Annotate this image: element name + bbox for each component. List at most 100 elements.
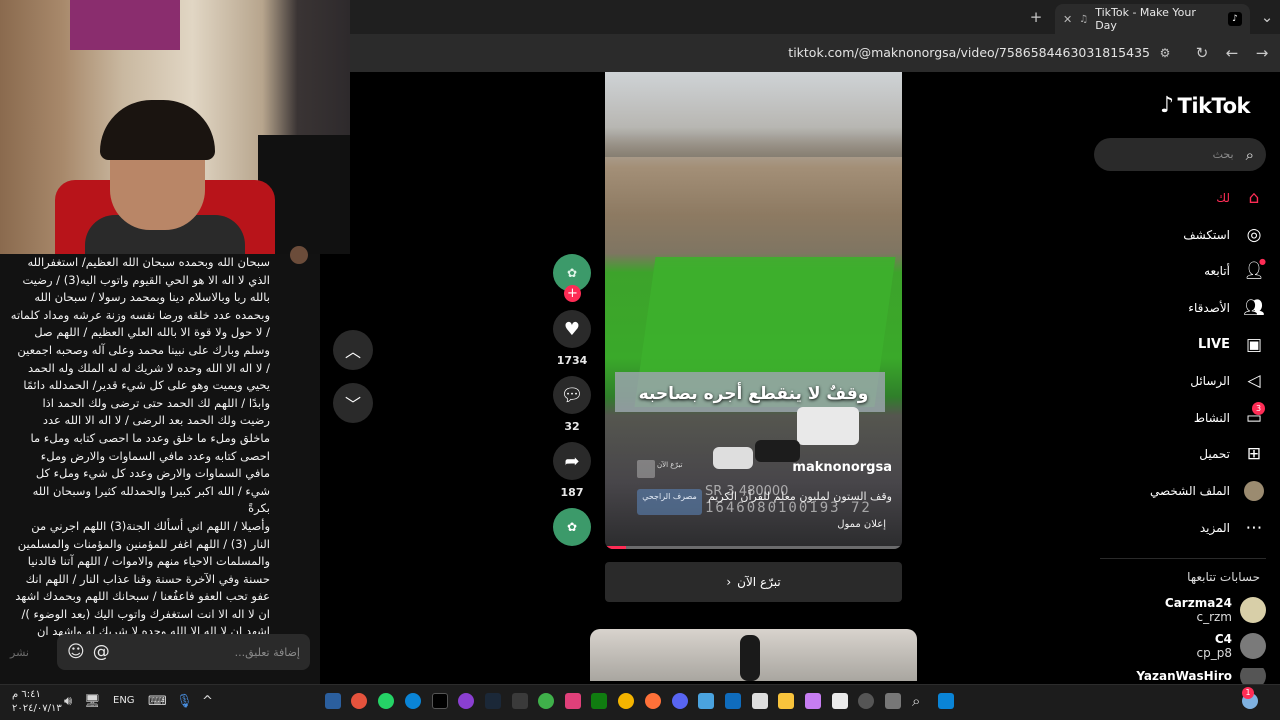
search-input[interactable]: بحث ⌕ [1094, 138, 1266, 171]
back-arrow-icon[interactable]: → [1250, 41, 1274, 65]
mail-icon[interactable] [725, 693, 741, 709]
tab-list-chevron-icon[interactable]: ⌄ [1255, 5, 1279, 29]
following-account-item[interactable]: Carzma24 c_rzm [1100, 596, 1266, 624]
follow-plus-icon[interactable]: + [564, 285, 581, 302]
capcut-icon[interactable] [432, 693, 448, 709]
following-accounts-title: حسابات تتابعها [1187, 570, 1260, 584]
network-icon[interactable]: 🖥︎ [84, 694, 101, 709]
tiktok-logo[interactable]: ♪ TikTok [1160, 93, 1250, 118]
video-player[interactable]: وقفٌ لا ينقطع أجره بصاحبه تبرّع الآن مصر… [605, 72, 902, 549]
sidebar-item-explore[interactable]: استكشف ◎ [1100, 217, 1266, 254]
donate-now-button[interactable]: تبرّع الآن ‹ [605, 562, 902, 602]
like-button[interactable]: ♥ [553, 310, 591, 348]
sidebar-item-label: لك [1216, 191, 1230, 206]
taskbar-clock[interactable]: ٦:٤١ م ٢٠٢٤/٠٧/١٣ [12, 688, 62, 716]
url-text[interactable]: tiktok.com/@maknonorgsa/video/7586584463… [700, 41, 1150, 65]
avatar [1240, 633, 1266, 659]
copilot-icon[interactable] [805, 693, 821, 709]
following-account-item[interactable]: C4 cp_p8 [1100, 632, 1266, 660]
sound-disc-icon[interactable]: ✿ [553, 508, 591, 546]
chrome-alt-icon[interactable] [618, 693, 634, 709]
creator-avatar[interactable]: ✿ + [553, 254, 591, 302]
video-author-username[interactable]: maknonorgsa [792, 460, 892, 475]
upload-icon: ⊞ [1246, 444, 1262, 465]
close-tab-icon[interactable]: ✕ [1063, 13, 1072, 26]
friends-icon: 👥︎ [1243, 298, 1265, 319]
settings-icon[interactable] [858, 693, 874, 709]
following-username: Carzma24 [1164, 596, 1232, 610]
discord-icon[interactable] [672, 693, 688, 709]
sidebar-item-following[interactable]: أتابعه 👤︎ ● [1100, 253, 1266, 290]
comments-panel: سبحان الله وبحمده سبحان الله العظيم/ است… [0, 246, 320, 684]
browser-tab[interactable]: ✕ ♫ TikTok - Make Your Day ♪ [1055, 4, 1250, 34]
windows-taskbar: ٦:٤١ م ٢٠٢٤/٠٧/١٣ 🔊︎ 🖥︎ ENG ⌨ 🎙︎ ^ ⌕ 1 [0, 684, 1280, 720]
sidebar-item-profile[interactable]: الملف الشخصي [1100, 473, 1266, 510]
edge-icon[interactable] [405, 693, 421, 709]
whatsapp-icon[interactable] [378, 693, 394, 709]
steam-icon[interactable] [325, 693, 341, 709]
forward-arrow-icon[interactable]: ← [1220, 41, 1244, 65]
xbox-icon[interactable] [538, 693, 554, 709]
sidebar-item-label: الأصدقاء [1188, 301, 1230, 316]
share-button[interactable]: ➦ [553, 442, 591, 480]
tiktok-favicon-icon: ♪ [1228, 12, 1242, 26]
sidebar-item-live[interactable]: LIVE ▣ [1100, 326, 1266, 363]
share-arrow-icon: ➦ [564, 450, 580, 472]
emoji-icon[interactable]: ☺ [67, 642, 85, 662]
cta-label: تبرّع الآن [737, 575, 781, 589]
sidebar-item-label: المزيد [1199, 520, 1230, 535]
firefox-icon[interactable] [645, 693, 661, 709]
microphone-icon[interactable]: 🎙︎ [176, 694, 193, 709]
reload-icon[interactable]: ↻ [1190, 41, 1214, 65]
sidebar-item-messages[interactable]: الرسائل ◁ [1100, 363, 1266, 400]
app-icon[interactable] [565, 693, 581, 709]
next-video-button[interactable]: ﹀ [333, 383, 373, 423]
search-placeholder: بحث [1212, 148, 1234, 161]
new-tab-icon[interactable]: + [1024, 5, 1048, 29]
post-comment-button[interactable]: نشر [10, 646, 29, 659]
site-settings-icon[interactable]: ⚙ [1153, 41, 1177, 65]
following-username: C4 [1214, 632, 1232, 646]
heart-icon: ♥ [563, 318, 581, 340]
xbox-app-icon[interactable] [591, 693, 607, 709]
chevron-left-icon: ‹ [726, 575, 732, 589]
steam-app-icon[interactable] [485, 693, 501, 709]
sidebar-item-activity[interactable]: النشاط ▭ 3 [1100, 400, 1266, 437]
obs-icon[interactable] [458, 693, 474, 709]
sidebar-item-more[interactable]: المزيد ⋯ [1100, 509, 1266, 546]
chevron-up-icon[interactable]: ^ [202, 694, 213, 709]
sidebar-item-for-you[interactable]: لك ⌂ [1100, 180, 1266, 217]
avatar [1240, 597, 1266, 623]
following-handle: c_rzm [1196, 610, 1232, 624]
live-icon: ▣ [1245, 334, 1263, 355]
file-explorer-icon[interactable] [778, 693, 794, 709]
chevron-up-icon: ︿ [344, 342, 361, 361]
store-icon[interactable] [752, 693, 768, 709]
volume-icon[interactable]: 🔊︎ [64, 694, 72, 709]
following-icon: 👤︎ ● [1243, 257, 1266, 282]
next-video-preview[interactable] [590, 629, 917, 681]
epic-icon[interactable] [512, 693, 528, 709]
mention-icon[interactable]: @ [93, 642, 110, 662]
clock-time: ٦:٤١ م [12, 689, 41, 700]
tab-audio-icon: ♫ [1079, 13, 1089, 25]
comment-input[interactable]: ☺ @ إضافة تعليق... [57, 634, 310, 670]
search-icon[interactable]: ⌕ [1246, 146, 1254, 164]
remote-desktop-icon[interactable] [698, 693, 714, 709]
comment-button[interactable]: 💬︎ [553, 376, 591, 414]
action-column: ✿ + ♥ 1734 💬︎ 32 ➦ 187 ✿ [549, 254, 595, 555]
sidebar-item-label: تحميل [1199, 447, 1230, 462]
commenter-avatar[interactable] [290, 246, 308, 264]
chrome-icon[interactable] [351, 693, 367, 709]
previous-video-button[interactable]: ︿ [333, 330, 373, 370]
sidebar-item-upload[interactable]: تحميل ⊞ [1100, 436, 1266, 473]
task-view-icon[interactable] [885, 693, 901, 709]
video-progress-bar[interactable] [605, 546, 902, 549]
windows-start-icon[interactable] [938, 693, 954, 709]
capture-icon[interactable] [832, 693, 848, 709]
keyboard-icon[interactable]: ⌨ [148, 694, 167, 709]
language-indicator[interactable]: ENG [113, 695, 135, 706]
sidebar-item-friends[interactable]: الأصدقاء 👥︎ [1100, 290, 1266, 327]
search-icon[interactable]: ⌕ [912, 692, 920, 710]
following-account-item[interactable]: YazanWasHiro [1100, 668, 1266, 684]
